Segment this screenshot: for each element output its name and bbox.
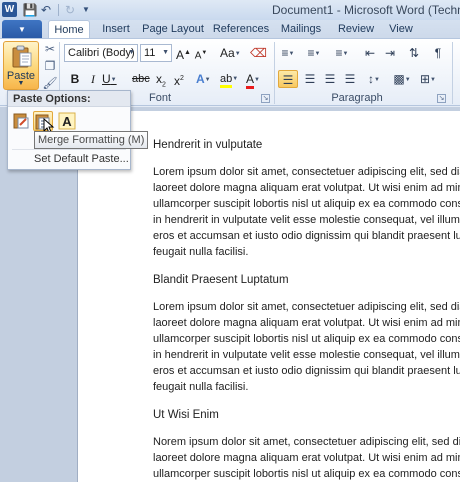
bold-icon[interactable]: B [68, 70, 82, 88]
tab-file[interactable]: ▼ [2, 20, 42, 38]
paragraph-line: ullamcorper suscipit lobortis nisl ut al… [153, 198, 460, 210]
paragraph-line: ullamcorper suscipit lobortis nisl ut al… [153, 333, 460, 345]
set-default-paste-item[interactable]: Set Default Paste... [34, 153, 129, 165]
sort-icon[interactable]: ⇅ [404, 44, 424, 62]
cut-icon[interactable]: ✂ [42, 41, 58, 57]
file-tab-arrow-icon: ▼ [18, 25, 26, 34]
customize-qat-icon[interactable]: ▼ [78, 2, 94, 18]
show-hide-marks-icon[interactable]: ¶ [428, 44, 448, 62]
group-separator [452, 42, 453, 104]
paragraph-line: laoreet dolore magna aliquam erat volutp… [153, 452, 460, 464]
increase-indent-icon[interactable]: ⇥ [380, 44, 400, 62]
section-heading: Ut Wisi Enim [153, 409, 219, 421]
font-size-dropdown-icon[interactable]: ▼ [162, 45, 169, 61]
paste-dropdown-icon: ▼ [17, 80, 25, 87]
shading-icon[interactable]: ▩▼ [392, 70, 412, 88]
font-group-label: Font [148, 92, 171, 104]
menu-separator [12, 149, 126, 150]
tab-references[interactable]: References [212, 20, 270, 38]
tab-view[interactable]: View [386, 20, 416, 38]
justify-icon[interactable]: ☰ [340, 70, 360, 88]
paragraph-line: laoreet dolore magna aliquam erat volutp… [153, 317, 460, 329]
paragraph-line: ullamcorper suscipit lobortis nisl ut al… [153, 468, 460, 480]
borders-icon[interactable]: ⊞▼ [418, 70, 438, 88]
line-spacing-icon[interactable]: ↕▼ [364, 70, 384, 88]
format-painter-icon[interactable]: 🖌 [42, 75, 58, 91]
text-effects-icon[interactable]: A▼ [196, 70, 211, 88]
tab-mailings[interactable]: Mailings [279, 20, 323, 38]
svg-text:A: A [62, 114, 72, 129]
redo-icon[interactable]: ↻ [62, 2, 78, 18]
undo-icon[interactable]: ↶ [38, 2, 54, 18]
font-color-icon[interactable]: A▼ [246, 70, 260, 89]
decrease-indent-icon[interactable]: ⇤ [360, 44, 380, 62]
word-app-icon[interactable]: W [2, 2, 17, 17]
paragraph-line: eros et accumsan et iusto odio dignissim… [153, 365, 460, 377]
font-name-value: Calibri (Body) [68, 47, 135, 59]
font-name-combo[interactable]: Calibri (Body) ▼ [64, 44, 138, 62]
paragraph-line: in hendrerit in vulputate velit esse mol… [153, 349, 460, 361]
paste-button[interactable]: Paste ▼ [3, 41, 39, 90]
tab-insert[interactable]: Insert [96, 20, 136, 38]
superscript-icon[interactable]: x2 [172, 70, 186, 88]
copy-icon[interactable]: ❐ [42, 58, 58, 74]
paragraph-line: Lorem ipsum dolor sit amet, consectetuer… [153, 301, 460, 313]
window-title: Document1 - Microsoft Word (Technic [272, 3, 460, 17]
clipboard-icon [12, 45, 32, 68]
paste-options-header: Paste Options: [8, 91, 130, 107]
underline-icon[interactable]: U▼ [102, 70, 117, 88]
grow-font-icon[interactable]: A▲ [176, 44, 191, 62]
font-size-value: 11 [144, 47, 156, 59]
clear-formatting-icon[interactable]: ⌫ [250, 44, 267, 62]
italic-icon[interactable]: I [86, 70, 100, 88]
paragraph-line: Lorem ipsum dolor sit amet, consectetuer… [153, 166, 460, 178]
group-separator [274, 42, 275, 104]
keep-text-only-icon[interactable]: A [57, 111, 77, 131]
title-bar: W 💾 ↶ ↻ ▼ Document1 - Microsoft Word (Te… [0, 0, 460, 20]
bullets-icon[interactable]: ≡▼ [278, 44, 298, 62]
tab-page-layout[interactable]: Page Layout [142, 20, 204, 38]
section-heading: Hendrerit in vulputate [153, 139, 263, 151]
paragraph-line: laoreet dolore magna aliquam erat volutp… [153, 182, 460, 194]
highlight-icon[interactable]: ab▼ [220, 70, 238, 88]
shrink-font-icon[interactable]: A▼ [194, 44, 208, 62]
paragraph-group-label: Paragraph [331, 92, 383, 104]
font-size-combo[interactable]: 11 ▼ [140, 44, 172, 62]
keep-source-formatting-icon[interactable] [11, 111, 31, 131]
paragraph-line: feugait nulla facilisi. [153, 381, 249, 393]
paragraph-line: in hendrerit in vulputate velit esse mol… [153, 214, 460, 226]
tab-review[interactable]: Review [336, 20, 376, 38]
align-left-icon[interactable]: ☰ [278, 70, 298, 88]
align-right-icon[interactable]: ☰ [320, 70, 340, 88]
paragraph-line: eros et accumsan et iusto odio dignissim… [153, 230, 460, 242]
paste-options-menu: Paste Options: A Set Default Paste... [7, 90, 131, 170]
merge-formatting-tooltip: Merge Formatting (M) [34, 131, 149, 149]
font-dialog-launcher-icon[interactable]: ↘ [261, 94, 270, 103]
paragraph-line: feugait nulla facilisi. [153, 246, 249, 258]
strikethrough-icon[interactable]: abc [132, 70, 150, 88]
section-heading: Blandit Praesent Luptatum [153, 274, 289, 286]
numbering-icon[interactable]: ≡▼ [304, 44, 324, 62]
tab-home[interactable]: Home [48, 20, 90, 38]
save-icon[interactable]: 💾 [22, 2, 38, 18]
paragraph-line: Norem ipsum dolor sit amet, consectetuer… [153, 436, 460, 448]
subscript-icon[interactable]: x2 [154, 70, 168, 88]
qat-separator [58, 4, 59, 16]
font-name-dropdown-icon[interactable]: ▼ [128, 45, 135, 61]
ribbon-tabs: ▼ Home Insert Page Layout References Mai… [0, 20, 460, 38]
paragraph-dialog-launcher-icon[interactable]: ↘ [437, 94, 446, 103]
document-page[interactable]: Hendrerit in vulputate Lorem ipsum dolor… [77, 111, 460, 482]
change-case-icon[interactable]: Aa▼ [220, 44, 241, 62]
multilevel-list-icon[interactable]: ≡▼ [332, 44, 352, 62]
align-center-icon[interactable]: ☰ [300, 70, 320, 88]
